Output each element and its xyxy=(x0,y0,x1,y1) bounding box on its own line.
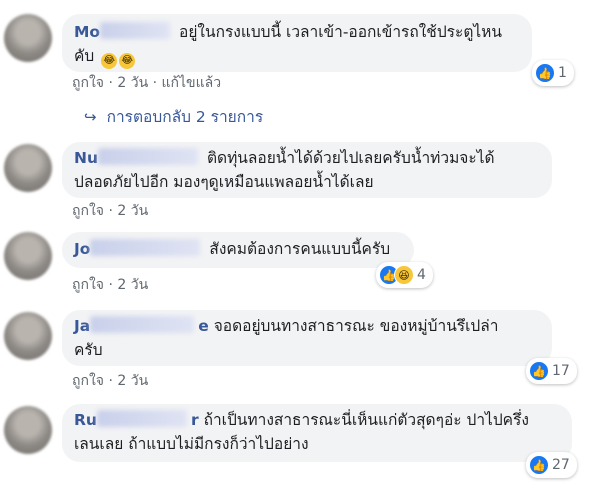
like-link[interactable]: ถูกใจ xyxy=(72,75,104,91)
avatar[interactable] xyxy=(4,312,52,360)
commenter-name[interactable]: Ru r xyxy=(74,410,199,429)
avatar[interactable] xyxy=(4,14,52,62)
reaction-summary[interactable]: 👍 27 xyxy=(526,452,577,478)
comment-text: ถ้าเป็นทางสาธารณะนี่เห็นแก่ตัวสุดๆอ่ะ ปา… xyxy=(203,411,529,429)
timestamp[interactable]: 2 วัน xyxy=(117,277,148,293)
reaction-count: 4 xyxy=(417,267,426,283)
like-link[interactable]: ถูกใจ xyxy=(72,277,104,293)
like-link[interactable]: ถูกใจ xyxy=(72,373,104,389)
comment-text-cont: คับ xyxy=(74,47,95,65)
comment-actions: ถูกใจ · 2 วัน xyxy=(72,203,149,219)
thumbs-up-icon: 👍 xyxy=(529,361,549,381)
comment-actions: ถูกใจ · 2 วัน · แก้ไขแล้ว xyxy=(72,75,222,91)
reaction-summary[interactable]: 👍 😆 4 xyxy=(376,262,433,288)
view-replies-link[interactable]: ↪ การตอบกลับ 2 รายการ xyxy=(84,104,263,129)
commenter-name[interactable]: Jo xyxy=(74,239,204,258)
reaction-count: 17 xyxy=(552,363,570,379)
avatar[interactable] xyxy=(4,232,52,280)
comment-bubble: Nu ติดทุ่นลอยน้ำได้ด้วยไปเลยครับน้ำท่วมจ… xyxy=(62,142,552,198)
comment-text: อยู่ในกรงแบบนี้ เวลาเข้า-ออกเข้ารถใช้ประ… xyxy=(179,23,502,41)
commenter-name[interactable]: Ja e xyxy=(74,316,209,335)
reply-arrow-icon: ↪ xyxy=(84,107,97,126)
comment-text-cont: ปลอดภัยไปอีก มองๆดูเหมือนแพลอยน้ำได้เลย xyxy=(74,173,374,191)
comment-bubble: Ja e จอดอยู่บนทางสาธารณะ ของหมู่บ้านรึเปล… xyxy=(62,310,552,366)
comment-text: จอดอยู่บนทางสาธารณะ ของหมู่บ้านรึเปล่า xyxy=(213,317,499,335)
comment-text: สังคมต้องการคนแบบนี้ครับ xyxy=(209,240,391,258)
laughing-emoji-icon: 😂 xyxy=(119,53,136,69)
replies-label: การตอบกลับ 2 รายการ xyxy=(106,108,264,126)
comment-actions: ถูกใจ · 2 วัน xyxy=(72,373,149,389)
edited-label[interactable]: แก้ไขแล้ว xyxy=(162,75,222,91)
comment-bubble: Mo อยู่ในกรงแบบนี้ เวลาเข้า-ออกเข้ารถใช้… xyxy=(62,14,532,72)
timestamp[interactable]: 2 วัน xyxy=(117,75,148,91)
thumbs-up-icon: 👍 xyxy=(529,455,549,475)
reaction-count: 27 xyxy=(552,457,570,473)
thumbs-up-icon: 👍 xyxy=(535,63,555,83)
comment-text-cont: เลนเลย ถ้าแบบไม่มีกรงก็ว่าไปอย่าง xyxy=(74,435,309,453)
timestamp[interactable]: 2 วัน xyxy=(117,373,148,389)
reaction-count: 1 xyxy=(558,65,567,81)
like-link[interactable]: ถูกใจ xyxy=(72,203,104,219)
comment-bubble: Jo สังคมต้องการคนแบบนี้ครับ xyxy=(62,232,414,268)
comment-actions: ถูกใจ · 2 วัน xyxy=(72,277,149,293)
comment-text-cont: ครับ xyxy=(74,341,103,359)
comment-bubble: Ru r ถ้าเป็นทางสาธารณะนี่เห็นแก่ตัวสุดๆอ่… xyxy=(62,404,572,462)
comment-text: ติดทุ่นลอยน้ำได้ด้วยไปเลยครับน้ำท่วมจะได… xyxy=(206,149,495,167)
reaction-summary[interactable]: 👍 1 xyxy=(532,60,574,86)
commenter-name[interactable]: Mo xyxy=(74,22,174,41)
reaction-summary[interactable]: 👍 17 xyxy=(526,358,577,384)
avatar[interactable] xyxy=(4,144,52,192)
laughing-face-icon: 😆 xyxy=(394,265,414,285)
timestamp[interactable]: 2 วัน xyxy=(117,203,148,219)
avatar[interactable] xyxy=(4,406,52,454)
laughing-emoji-icon: 😂 xyxy=(101,53,118,69)
commenter-name[interactable]: Nu xyxy=(74,148,202,167)
